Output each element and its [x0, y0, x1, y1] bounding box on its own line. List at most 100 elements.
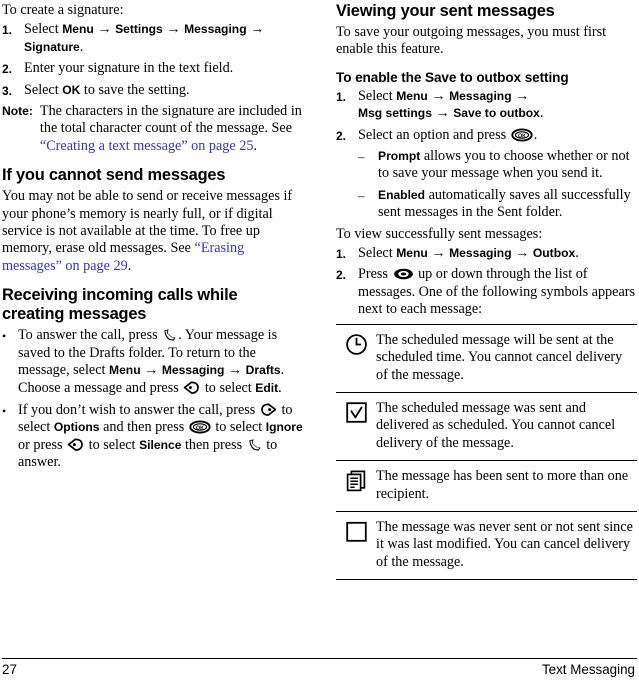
menu-path-token: Outbox [532, 246, 576, 261]
ok-label: OK [62, 82, 81, 97]
list-item: – Enabled automatically saves all succes… [358, 187, 637, 222]
table-row: The message has been sent to more than o… [336, 460, 637, 512]
arrow-icon: → [511, 245, 533, 262]
menu-path-token: Drafts [245, 363, 281, 378]
step-item: 1. Select Menu → Messaging → Outbox. [336, 245, 637, 262]
page-number: 27 [2, 662, 17, 677]
two-column-layout: To create a signature: 1. Select Menu → … [0, 0, 639, 650]
cross-reference-link[interactable]: “Creating a text message” on page 25 [40, 138, 254, 154]
option-term: Enabled [378, 187, 426, 202]
menu-path-token: Msg settings [358, 106, 432, 121]
option-term: Prompt [378, 149, 421, 164]
step-text: Select Menu → Messaging → Outbox. [358, 245, 637, 262]
save-to-outbox-options: – Prompt allows you to choose whether or… [358, 148, 637, 222]
step-prefix: Select [24, 21, 63, 38]
step-suffix: . [79, 38, 84, 55]
step-prefix: Select [358, 245, 397, 262]
menu-path-token: Messaging [161, 363, 225, 378]
table-row: The scheduled message was sent and deliv… [336, 392, 637, 460]
symbol-description: The message was never sent or not sent s… [376, 518, 633, 570]
step-number: 3. [2, 83, 13, 98]
note-text: The characters in the signature are incl… [40, 103, 303, 155]
menu-path-token: Menu [109, 363, 141, 378]
bullet-dot-icon: • [2, 403, 7, 418]
step-item: 2. Press up or down through the list of … [336, 266, 637, 318]
step-prefix: Select [24, 81, 63, 98]
ok-key-icon: OK [189, 420, 211, 434]
message-symbols-table: The scheduled message will be sent at th… [336, 324, 637, 580]
option-text: Enabled automatically saves all successf… [378, 187, 637, 222]
page-footer: 27 Text Messaging [0, 650, 639, 690]
step-suffix: to save the setting. [80, 81, 190, 98]
left-column: To create a signature: 1. Select Menu → … [2, 0, 303, 650]
arrow-icon: → [162, 21, 185, 38]
arrow-icon: → [140, 362, 162, 379]
step-text: Select Menu → Messaging → Msg settings →… [358, 88, 637, 123]
arrow-icon: → [511, 87, 530, 104]
text-run: and then press [99, 419, 188, 436]
navigation-key-icon [393, 267, 414, 281]
send-key-icon [247, 438, 262, 452]
clock-icon [336, 324, 376, 392]
paragraph-text: You may not be able to send or receive m… [2, 188, 293, 257]
view-messages-intro: To view successfully sent messages: [336, 225, 543, 242]
list-item: • To answer the call, press . Your messa… [2, 327, 303, 397]
checkbox-checked-icon [336, 392, 376, 460]
heading-enable-save-to-outbox: To enable the Save to outbox setting [336, 69, 569, 85]
option-sublist-wrapper: – Prompt allows you to choose whether or… [358, 148, 637, 222]
menu-path-token: Signature [24, 39, 80, 54]
note-block: Note: The characters in the signature ar… [2, 103, 303, 155]
text-run: then press [181, 436, 246, 453]
footer-content: 27 Text Messaging [2, 662, 635, 677]
step-prefix: Select an option and press [358, 126, 510, 143]
note-text-after: . [253, 137, 257, 154]
manual-page: To create a signature: 1. Select Menu → … [0, 0, 639, 690]
paragraph-text-after: . [127, 257, 132, 274]
menu-path-token: Ignore [265, 420, 303, 435]
menu-path-token: Menu [396, 246, 428, 261]
receiving-calls-bullets: • To answer the call, press . Your messa… [2, 327, 303, 471]
left-soft-key-icon [260, 403, 277, 417]
arrow-icon: → [427, 87, 450, 104]
arrow-icon: → [224, 362, 246, 379]
option-text: Prompt allows you to choose whether or n… [378, 148, 637, 183]
arrow-icon: → [431, 105, 454, 122]
step-item: 2. Select an option and press OK. [336, 127, 637, 144]
text-run: To answer the call, press [18, 327, 162, 344]
step-suffix: . [533, 126, 538, 143]
viewing-intro-paragraph: To save your outgoing messages, you must… [336, 24, 607, 58]
text-run: or press [18, 436, 67, 453]
step-prefix: Press [358, 266, 392, 283]
view-steps-list: 1. Select Menu → Messaging → Outbox. 2. … [336, 245, 637, 319]
right-soft-key-icon [183, 381, 200, 395]
signature-intro-line: To create a signature: [2, 2, 124, 18]
menu-path-token: Messaging [449, 88, 512, 103]
step-item: 3. Select OK to save the setting. [2, 82, 303, 99]
menu-path-token: Edit [255, 380, 279, 395]
arrow-icon: → [246, 21, 265, 38]
svg-text:OK: OK [518, 133, 526, 139]
step-number: 2. [336, 268, 347, 283]
step-number: 1. [2, 23, 13, 38]
menu-path-token: Settings [115, 22, 163, 37]
dash-mark-icon: – [358, 149, 365, 165]
step-number: 1. [336, 247, 347, 262]
svg-text:OK: OK [196, 426, 204, 432]
bullet-text: If you don’t wish to answer the call, pr… [18, 402, 303, 472]
table-row: The message was never sent or not sent s… [336, 511, 637, 580]
list-item: – Prompt allows you to choose whether or… [358, 148, 637, 183]
text-run: to select [201, 379, 256, 396]
step-suffix: . [539, 105, 544, 122]
symbol-description: The message has been sent to more than o… [376, 468, 629, 502]
arrow-icon: → [427, 245, 450, 262]
signature-steps-list: 1. Select Menu → Settings → Messaging → … [2, 21, 303, 99]
footer-divider [2, 658, 637, 659]
text-run: . [278, 379, 282, 396]
symbol-description: The scheduled message will be sent at th… [376, 331, 623, 383]
menu-path-token: Save to outbox [453, 106, 540, 121]
text-run: If you don’t wish to answer the call, pr… [18, 401, 259, 418]
footer-section-title: Text Messaging [541, 662, 635, 677]
send-key-icon [162, 328, 177, 342]
note-text-before: The characters in the signature are incl… [39, 103, 302, 137]
menu-path-token: Messaging [449, 246, 512, 261]
